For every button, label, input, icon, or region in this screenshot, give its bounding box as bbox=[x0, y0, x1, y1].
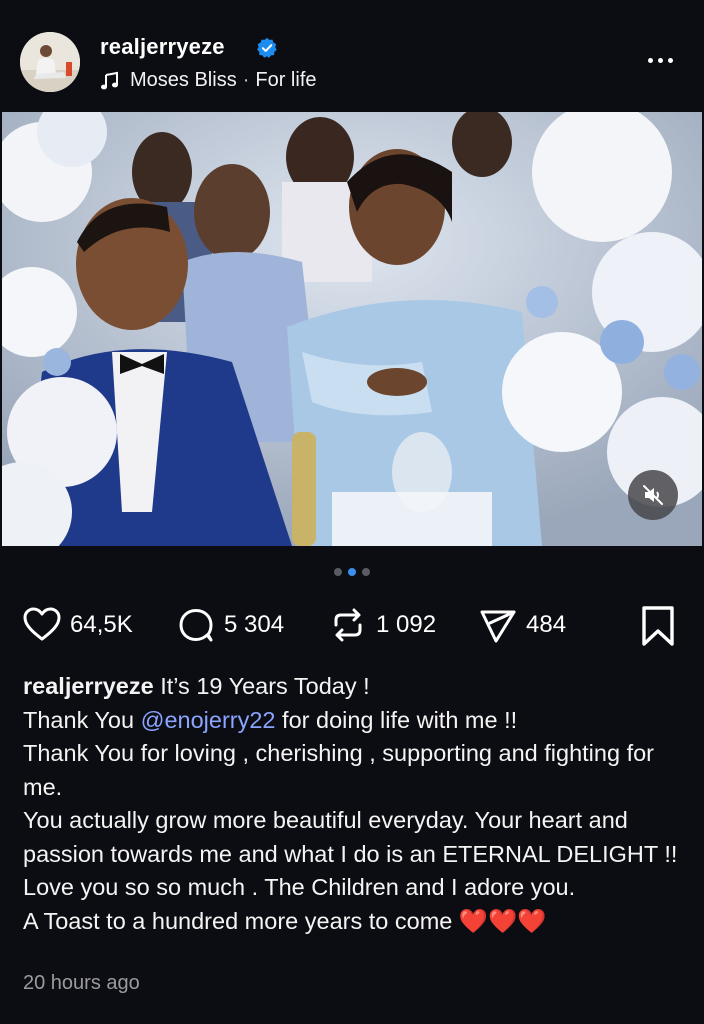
heart-outline-icon bbox=[23, 607, 61, 641]
carousel-indicator bbox=[0, 568, 704, 580]
audio-separator: · bbox=[242, 69, 250, 91]
bookmark-icon[interactable] bbox=[636, 604, 680, 648]
avatar[interactable] bbox=[20, 32, 80, 92]
mention-link[interactable]: @enojerry22 bbox=[141, 707, 276, 733]
paper-plane-icon bbox=[480, 610, 516, 643]
caption-line: A Toast to a hundred more years to come … bbox=[23, 905, 688, 939]
caption-username[interactable]: realjerryeze bbox=[23, 673, 154, 699]
heart-emojis: ❤️❤️❤️ bbox=[458, 907, 547, 934]
audio-track: For life bbox=[255, 69, 317, 91]
music-note-icon bbox=[101, 71, 118, 89]
post-caption: realjerryeze It’s 19 Years Today ! Thank… bbox=[23, 670, 688, 938]
verified-badge-icon bbox=[257, 37, 277, 58]
caption-text: for doing life with me !! bbox=[275, 706, 518, 733]
post-timestamp[interactable]: 20 hours ago bbox=[23, 972, 140, 995]
avatar-image bbox=[20, 32, 80, 92]
audio-artist: Moses Bliss bbox=[130, 69, 237, 91]
caption-line: You actually grow more beautiful everyda… bbox=[23, 807, 678, 867]
caption-line: realjerryeze It’s 19 Years Today ! bbox=[23, 670, 688, 704]
carousel-dot bbox=[362, 568, 370, 576]
carousel-dot-active bbox=[348, 568, 356, 576]
caption-text: Thank You bbox=[23, 706, 141, 733]
action-bar: 64,5K 5 304 1 092 484 bbox=[0, 600, 704, 650]
caption-line: Thank You @enojerry22 for doing life wit… bbox=[23, 704, 688, 738]
more-options-button[interactable] bbox=[640, 50, 680, 70]
like-count: 64,5K bbox=[70, 611, 133, 638]
caption-text: A Toast to a hundred more years to come bbox=[23, 907, 453, 934]
post-header: realjerryeze Moses Bliss · For life bbox=[0, 0, 704, 112]
audio-attribution[interactable]: Moses Bliss · For life bbox=[100, 69, 317, 92]
caption-line: Love you so so much . The Children and I… bbox=[23, 874, 576, 900]
caption-line: Thank You for loving , cherishing , supp… bbox=[23, 740, 654, 800]
share-count: 484 bbox=[526, 611, 567, 638]
share-button[interactable]: 484 bbox=[478, 600, 566, 650]
post-username[interactable]: realjerryeze bbox=[100, 34, 225, 60]
comment-button[interactable]: 5 304 bbox=[176, 600, 284, 650]
post-media[interactable] bbox=[2, 112, 702, 546]
carousel-dot bbox=[334, 568, 342, 576]
comment-count: 5 304 bbox=[224, 611, 285, 638]
post-photo bbox=[2, 112, 702, 546]
like-button[interactable]: 64,5K bbox=[22, 600, 133, 650]
ellipsis-icon bbox=[647, 57, 653, 63]
caption-text: It’s 19 Years Today ! bbox=[160, 673, 370, 699]
speaker-muted-icon bbox=[643, 485, 663, 505]
repost-button[interactable]: 1 092 bbox=[328, 600, 436, 650]
repeat-icon bbox=[334, 608, 362, 642]
speech-bubble-icon bbox=[179, 609, 213, 642]
repost-count: 1 092 bbox=[376, 611, 437, 638]
mute-button[interactable] bbox=[628, 470, 678, 520]
